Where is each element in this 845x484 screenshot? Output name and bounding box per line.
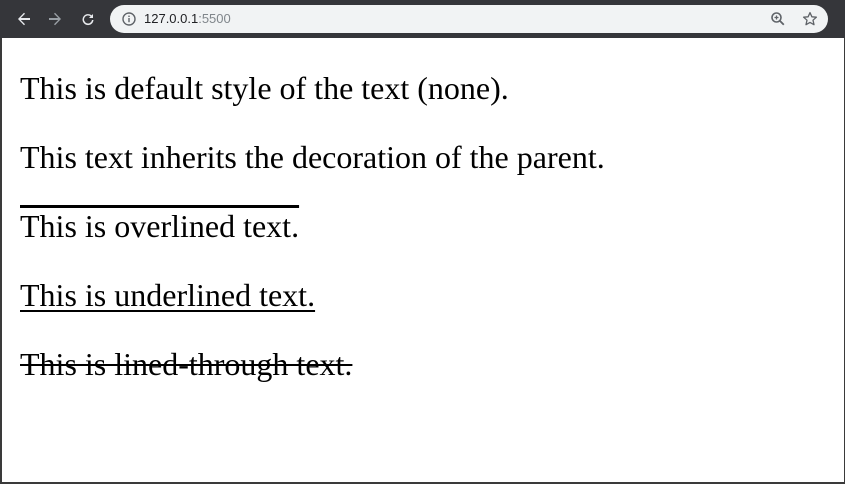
text-overline: This is overlined text.	[20, 208, 300, 244]
zoom-icon[interactable]	[770, 11, 786, 27]
text-line-through: This is lined-through text.	[20, 346, 353, 382]
info-icon[interactable]	[122, 12, 136, 26]
forward-button[interactable]	[42, 6, 68, 32]
reload-icon	[82, 14, 94, 26]
address-bar[interactable]: 127.0.0.1:5500	[110, 5, 828, 33]
url-text[interactable]: 127.0.0.1:5500	[144, 5, 231, 33]
bookmark-star-icon[interactable]	[802, 11, 818, 27]
text-underline: This is underlined text.	[20, 277, 316, 313]
back-button[interactable]	[11, 6, 37, 32]
page-viewport: This is default style of the text (none)…	[0, 38, 845, 484]
reload-button[interactable]	[75, 6, 101, 32]
back-arrow-icon	[18, 12, 30, 26]
text-default-none: This is default style of the text (none)…	[20, 70, 509, 106]
browser-toolbar: 127.0.0.1:5500	[0, 0, 845, 38]
text-inherited-decoration: This text inherits the decoration of the…	[20, 139, 605, 175]
url-host: 127.0.0.1	[144, 11, 199, 26]
forward-arrow-icon	[49, 12, 61, 26]
url-port: :5500	[198, 11, 231, 26]
